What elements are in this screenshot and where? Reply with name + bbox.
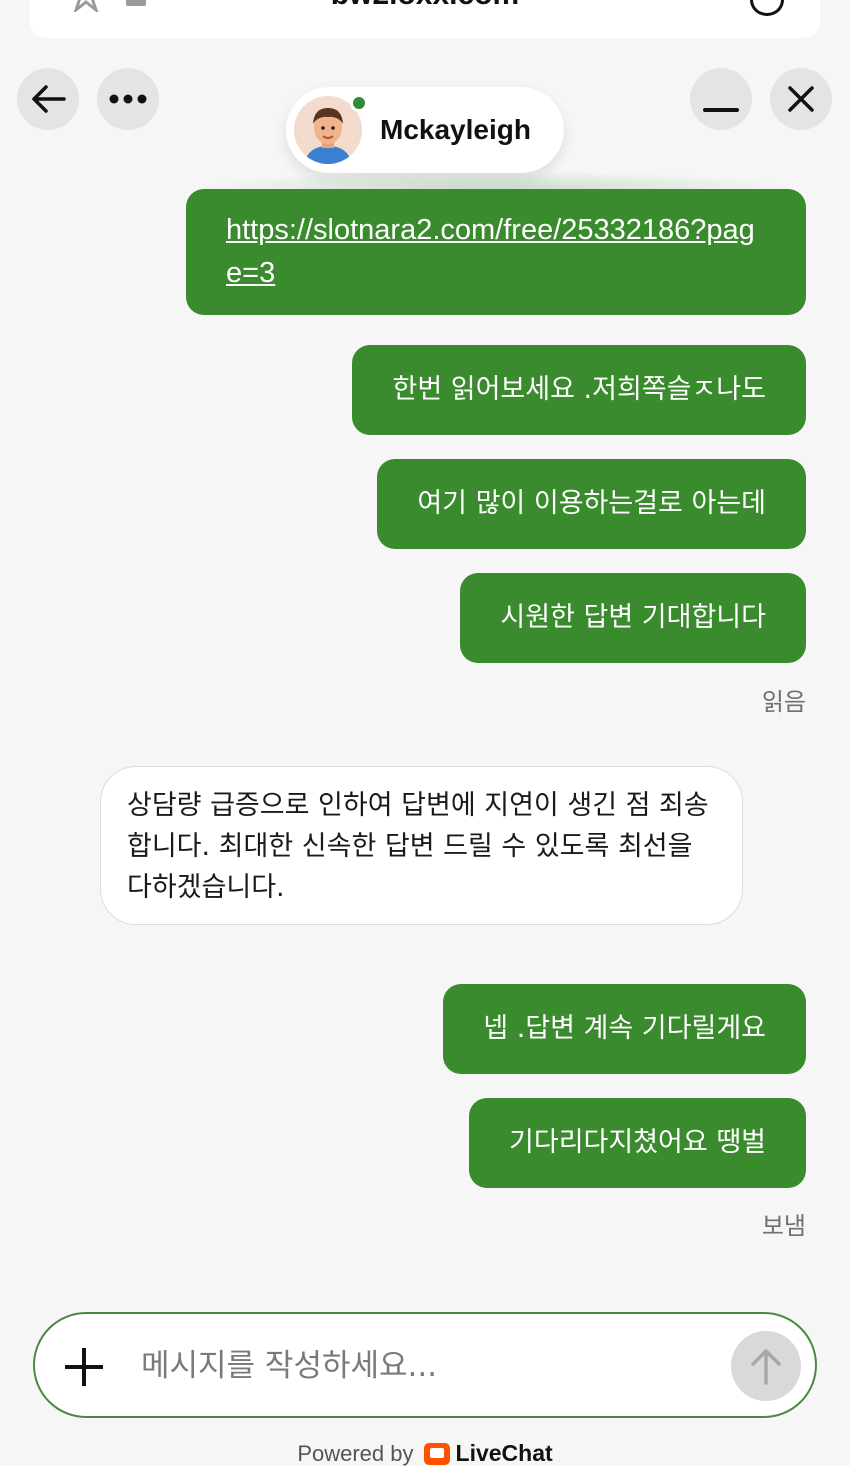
powered-by-text: Powered by — [297, 1440, 414, 1466]
avatar — [294, 94, 368, 164]
message-out: 넵 .답변 계속 기다릴게요 — [443, 984, 806, 1074]
url-text[interactable]: bw2loxx.com — [30, 0, 820, 10]
close-icon — [788, 86, 814, 112]
send-button[interactable] — [731, 1331, 801, 1401]
message-out-link: https://slotnara2.com/free/25332186?page… — [186, 189, 806, 315]
more-options-button[interactable] — [97, 68, 159, 130]
minimize-icon — [703, 108, 739, 112]
ellipsis-icon — [109, 94, 147, 104]
arrow-left-icon — [32, 85, 66, 113]
minimize-button[interactable] — [690, 68, 752, 130]
agent-header: Mckayleigh — [286, 87, 564, 173]
plus-icon[interactable] — [65, 1348, 103, 1386]
message-composer — [33, 1312, 817, 1418]
message-link[interactable]: https://slotnara2.com/free/25332186?page… — [226, 214, 755, 289]
online-status-dot — [350, 94, 368, 112]
message-input[interactable] — [141, 1342, 701, 1390]
close-button[interactable] — [770, 68, 832, 130]
message-out: 시원한 답변 기대합니다 — [460, 573, 806, 663]
sent-receipt: 보냄 — [761, 1212, 806, 1240]
livechat-brand-text: LiveChat — [455, 1440, 553, 1466]
message-out: 여기 많이 이용하는걸로 아는데 — [377, 459, 806, 549]
livechat-logo-icon — [423, 1442, 450, 1465]
reload-icon[interactable] — [750, 0, 784, 16]
message-out: 한번 읽어보세요 .저희쪽슬ㅈ나도 — [352, 345, 806, 435]
arrow-up-icon — [751, 1349, 781, 1385]
back-button[interactable] — [17, 68, 79, 130]
read-receipt: 읽음 — [761, 688, 806, 716]
message-in: 상담량 급증으로 인하여 답변에 지연이 생긴 점 죄송합니다. 최대한 신속한… — [100, 766, 743, 925]
livechat-brand-link[interactable]: LiveChat — [423, 1440, 553, 1466]
message-out: 기다리다지쳤어요 땡벌 — [469, 1098, 806, 1188]
powered-by-footer: Powered by LiveChat — [0, 1440, 850, 1466]
browser-toolbar: bw2loxx.com — [30, 0, 820, 38]
agent-name: Mckayleigh — [380, 114, 531, 145]
